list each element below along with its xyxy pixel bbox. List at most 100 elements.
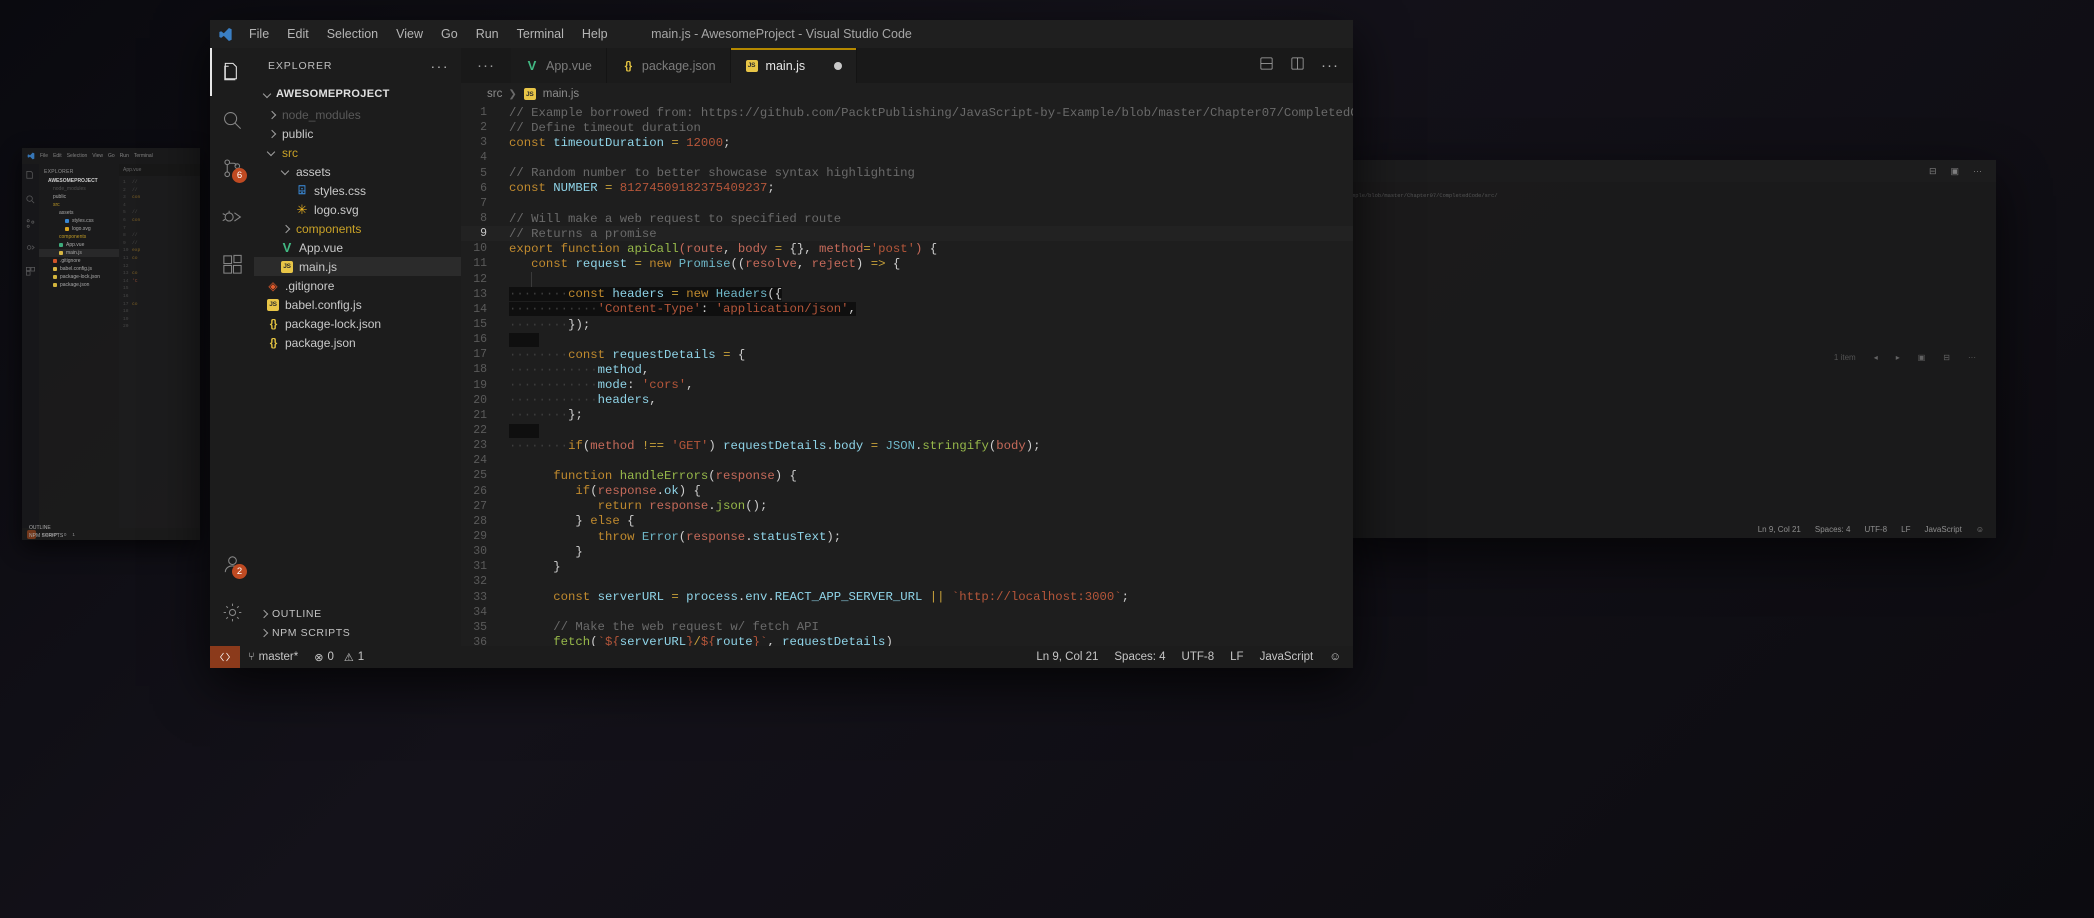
- file-tree[interactable]: node_modules public src assets ⌹ styles.…: [254, 105, 461, 604]
- bg-left-row-components[interactable]: components: [39, 233, 119, 241]
- code-editor[interactable]: 1// Example borrowed from: https://githu…: [461, 105, 1353, 646]
- statusbar-encoding[interactable]: UTF-8: [1174, 646, 1223, 668]
- background-vscode-window-left[interactable]: File Edit Selection View Go Run Terminal: [22, 148, 200, 540]
- bg-right-mid-icon-2[interactable]: ▸: [1896, 353, 1900, 362]
- tree-item-styles-css[interactable]: ⌹ styles.css: [254, 181, 461, 200]
- menu-view[interactable]: View: [387, 24, 432, 44]
- statusbar-eol[interactable]: LF: [1222, 646, 1251, 668]
- bg-left-menu-selection[interactable]: Selection: [67, 153, 88, 159]
- menu-help[interactable]: Help: [573, 24, 617, 44]
- bg-left-sidebar[interactable]: EXPLORER AWESOMEPROJECT node_modules pub…: [29, 164, 119, 539]
- menu-edit[interactable]: Edit: [278, 24, 318, 44]
- split-editor-down-icon[interactable]: [1259, 56, 1274, 76]
- bg-right-mid-icon-3[interactable]: ▣: [1918, 353, 1926, 362]
- menu-terminal[interactable]: Terminal: [508, 24, 573, 44]
- bg-left-row-babel-config[interactable]: babel.config.js: [39, 265, 119, 273]
- bg-left-menu-run[interactable]: Run: [120, 153, 129, 159]
- tree-item-node-modules[interactable]: node_modules: [254, 105, 461, 124]
- sidebar-panel-npm-scripts[interactable]: NPM SCRIPTS: [254, 623, 461, 642]
- files-explorer-icon[interactable]: [25, 170, 36, 181]
- menu-go[interactable]: Go: [432, 24, 467, 44]
- remote-window-indicator[interactable]: [210, 646, 240, 668]
- bg-right-statusbar[interactable]: Ln 9, Col 21 Spaces: 4 UTF-8 LF JavaScri…: [1336, 520, 1996, 538]
- sidebar-root-section[interactable]: AWESOMEPROJECT: [254, 83, 461, 105]
- unsaved-dot-icon[interactable]: [834, 61, 843, 70]
- bg-right-mid-icon-4[interactable]: ⊟: [1943, 353, 1950, 362]
- editor-actions[interactable]: ···: [1245, 48, 1353, 83]
- bg-left-menu-go[interactable]: Go: [108, 153, 115, 159]
- bg-right-toolbar[interactable]: ⊟ ▣ ···: [1336, 160, 1996, 182]
- bg-left-row-gitignore[interactable]: .gitignore: [39, 257, 119, 265]
- bg-left-row-assets[interactable]: assets: [39, 209, 119, 217]
- bg-left-menu-terminal[interactable]: Terminal: [134, 153, 153, 159]
- bg-left-row-package-lock[interactable]: package-lock.json: [39, 273, 119, 281]
- bg-right-status-position[interactable]: Ln 9, Col 21: [1758, 525, 1801, 534]
- statusbar-problems[interactable]: ⊗ 0 ⚠ 1: [306, 646, 372, 668]
- activitybar[interactable]: 6 2: [210, 48, 254, 646]
- bg-left-panel-npm-scripts[interactable]: NPM SCRIPTS: [22, 532, 200, 540]
- tree-item-logo-svg[interactable]: ✳ logo.svg: [254, 200, 461, 219]
- bg-right-status-eol[interactable]: LF: [1901, 525, 1910, 534]
- more-actions-icon[interactable]: ···: [1973, 166, 1982, 176]
- bg-left-row-styles-css[interactable]: styles.css: [39, 217, 119, 225]
- editor-tabbar[interactable]: ··· V App.vue {} package.json JS main.js: [461, 48, 1353, 83]
- tree-item-public[interactable]: public: [254, 124, 461, 143]
- split-editor-icon[interactable]: ⊟: [1929, 166, 1937, 177]
- sidebar-bottom-panels[interactable]: OUTLINE NPM SCRIPTS: [254, 604, 461, 646]
- ellipsis-icon[interactable]: ···: [431, 59, 450, 73]
- more-actions-icon[interactable]: ···: [1321, 58, 1339, 73]
- sidebar-panel-outline[interactable]: OUTLINE: [254, 604, 461, 623]
- menubar[interactable]: File Edit Selection View Go Run Terminal…: [240, 24, 617, 44]
- editor-group[interactable]: ··· V App.vue {} package.json JS main.js: [461, 48, 1353, 646]
- background-vscode-window-right[interactable]: ⊟ ▣ ··· mple/blob/master/Chapter07/Compl…: [1336, 160, 1996, 538]
- tree-item-components[interactable]: components: [254, 219, 461, 238]
- tree-item-package-json[interactable]: {} package.json: [254, 333, 461, 352]
- bg-left-row-src[interactable]: src: [39, 201, 119, 209]
- activitybar-item-search[interactable]: [210, 96, 254, 144]
- tab-app-vue[interactable]: V App.vue: [511, 48, 607, 83]
- tabs-overflow-button[interactable]: ···: [461, 48, 511, 83]
- search-icon[interactable]: [25, 194, 36, 205]
- activitybar-item-extensions[interactable]: [210, 240, 254, 288]
- bg-right-status-encoding[interactable]: UTF-8: [1864, 525, 1887, 534]
- bg-right-mid-icon-5[interactable]: ···: [1968, 353, 1976, 362]
- feedback-smiley-icon[interactable]: ☺: [1321, 646, 1353, 668]
- bg-right-mid-toolbar[interactable]: 1 item ◂ ▸ ▣ ⊟ ···: [1336, 345, 1996, 369]
- bg-right-status-spaces[interactable]: Spaces: 4: [1815, 525, 1851, 534]
- activitybar-item-settings[interactable]: [210, 588, 254, 636]
- sidebar-explorer[interactable]: EXPLORER ··· AWESOMEPROJECT node_modules…: [254, 48, 461, 646]
- bg-left-menu-view[interactable]: View: [92, 153, 103, 159]
- bg-left-row-app-vue[interactable]: App.vue: [39, 241, 119, 249]
- bg-left-tabbar[interactable]: App.vue: [119, 164, 200, 176]
- tree-item-package-lock-json[interactable]: {} package-lock.json: [254, 314, 461, 333]
- statusbar[interactable]: ⑂ master* ⊗ 0 ⚠ 1 Ln 9, Col 21 Spaces: 4…: [210, 646, 1353, 668]
- bg-left-row-main-js[interactable]: main.js: [39, 249, 119, 257]
- breadcrumb[interactable]: src ❯ JS main.js: [461, 83, 1353, 105]
- bg-left-row-public[interactable]: public: [39, 193, 119, 201]
- statusbar-indentation[interactable]: Spaces: 4: [1106, 646, 1173, 668]
- tree-item-main-js[interactable]: JS main.js: [254, 257, 461, 276]
- bg-left-row-logo-svg[interactable]: logo.svg: [39, 225, 119, 233]
- bg-left-row-node-modules[interactable]: node_modules: [39, 185, 119, 193]
- bg-left-editor[interactable]: App.vue 1// 2// 3 con 4 5// 6 con 7 8// 9/…: [119, 164, 200, 528]
- feedback-smiley-icon[interactable]: ☺: [1976, 525, 1984, 534]
- bg-left-menu-edit[interactable]: Edit: [53, 153, 62, 159]
- menu-file[interactable]: File: [240, 24, 278, 44]
- tab-main-js[interactable]: JS main.js: [730, 48, 858, 83]
- statusbar-cursor-position[interactable]: Ln 9, Col 21: [1028, 646, 1106, 668]
- tree-item-babel-config[interactable]: JS babel.config.js: [254, 295, 461, 314]
- activitybar-item-source-control[interactable]: 6: [210, 144, 254, 192]
- split-editor-right-icon[interactable]: [1290, 56, 1305, 76]
- activitybar-item-run-debug[interactable]: [210, 192, 254, 240]
- tree-item-src[interactable]: src: [254, 143, 461, 162]
- tree-item-app-vue[interactable]: V App.vue: [254, 238, 461, 257]
- menu-run[interactable]: Run: [467, 24, 508, 44]
- breadcrumb-src[interactable]: src: [487, 88, 502, 100]
- tree-item-gitignore[interactable]: ◈ .gitignore: [254, 276, 461, 295]
- extensions-icon[interactable]: [25, 266, 36, 277]
- bg-left-activitybar[interactable]: [22, 164, 39, 528]
- activitybar-item-accounts[interactable]: 2: [210, 540, 254, 588]
- source-control-icon[interactable]: [25, 218, 36, 229]
- tree-item-assets[interactable]: assets: [254, 162, 461, 181]
- activitybar-item-explorer[interactable]: [210, 48, 254, 96]
